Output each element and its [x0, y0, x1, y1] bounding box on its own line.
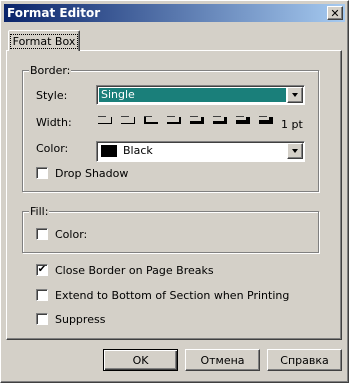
style-label: Style:: [36, 89, 68, 102]
suppress-label[interactable]: Suppress: [55, 313, 105, 326]
border-style-dropdown[interactable]: Single: [96, 85, 305, 105]
line-width-icon: [121, 116, 135, 124]
line-width-icon: [98, 116, 112, 124]
border-width-option-4[interactable]: [165, 113, 183, 125]
line-width-icon: [144, 116, 158, 124]
title-bar: Format Editor ✕: [4, 4, 345, 22]
border-color-dropdown[interactable]: Black: [96, 141, 305, 162]
line-width-icon: [259, 116, 273, 124]
suppress-checkbox[interactable]: [36, 313, 48, 325]
border-color-value: Black: [123, 144, 153, 157]
close-icon: ✕: [330, 6, 340, 20]
close-border-label[interactable]: Close Border on Page Breaks: [55, 264, 214, 277]
chevron-down-icon: [292, 149, 298, 153]
border-width-option-6[interactable]: [211, 113, 229, 125]
line-width-icon: [190, 116, 204, 124]
drop-shadow-checkbox[interactable]: [36, 167, 48, 179]
tab-label: Format Box: [9, 33, 79, 49]
color-swatch: [101, 145, 117, 157]
fill-group-legend: Fill:: [29, 205, 50, 218]
border-width-option-1[interactable]: [96, 113, 114, 125]
ok-button[interactable]: OK: [103, 349, 178, 371]
checkmark-icon: ✔: [37, 264, 47, 275]
help-button[interactable]: Справка: [267, 349, 342, 371]
ok-button-label: OK: [132, 353, 149, 367]
color-label: Color:: [36, 142, 69, 155]
cancel-button-label: Отмена: [200, 353, 245, 367]
extend-to-bottom-label[interactable]: Extend to Bottom of Section when Printin…: [55, 289, 289, 302]
border-width-option-8[interactable]: [257, 113, 275, 125]
window-title: Format Editor: [7, 6, 101, 20]
drop-shadow-label[interactable]: Drop Shadow: [55, 167, 128, 180]
border-style-dropdown-button[interactable]: [287, 87, 303, 103]
help-button-label: Справка: [280, 353, 329, 367]
width-value: 1 pt: [281, 118, 303, 131]
border-style-value: Single: [99, 88, 286, 102]
fill-color-label[interactable]: Color:: [55, 228, 87, 241]
close-button[interactable]: ✕: [327, 6, 343, 20]
cancel-button[interactable]: Отмена: [185, 349, 260, 371]
chevron-down-icon: [292, 93, 298, 97]
border-group-legend: Border:: [29, 64, 72, 77]
extend-to-bottom-checkbox[interactable]: [36, 289, 48, 301]
line-width-icon: [167, 116, 181, 124]
width-label: Width:: [36, 116, 72, 129]
line-width-icon: [213, 116, 227, 124]
border-width-option-3[interactable]: [142, 113, 160, 125]
border-width-option-7[interactable]: [234, 113, 252, 125]
border-color-dropdown-button[interactable]: [287, 143, 303, 159]
close-border-checkbox[interactable]: ✔: [36, 264, 48, 276]
fill-color-checkbox[interactable]: [36, 228, 48, 240]
border-width-option-2[interactable]: [119, 113, 137, 125]
border-width-option-5[interactable]: [188, 113, 206, 125]
tab-format-box[interactable]: Format Box: [8, 30, 80, 51]
line-width-icon: [236, 116, 250, 124]
